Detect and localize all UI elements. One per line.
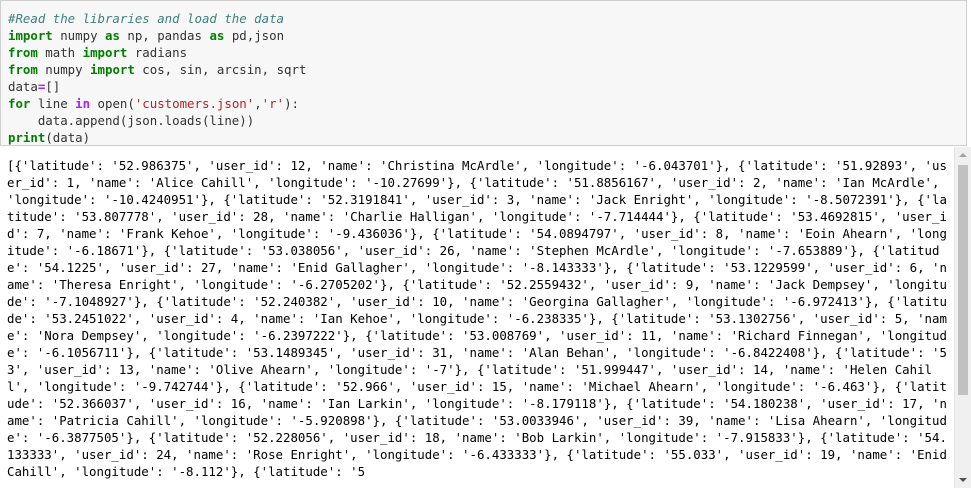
code-token: import bbox=[90, 62, 135, 77]
code-token: radians bbox=[127, 45, 188, 60]
code-token: np, pandas bbox=[119, 28, 210, 43]
code-token: print bbox=[8, 130, 46, 145]
code-line: data.append(json.loads(line)) bbox=[8, 112, 306, 129]
scroll-up-arrow-icon[interactable] bbox=[955, 147, 971, 163]
output-area: [{'latitude': '52.986375', 'user_id': 12… bbox=[0, 147, 971, 488]
code-token: cos, sin, arcsin, sqrt bbox=[134, 62, 307, 77]
output-scrollbar[interactable] bbox=[954, 147, 971, 488]
code-token: , bbox=[254, 96, 262, 111]
code-token: import bbox=[82, 45, 128, 60]
code-token: 'r' bbox=[261, 96, 285, 111]
code-line: import numpy as np, pandas as pd,json bbox=[8, 27, 306, 44]
code-token: (data) bbox=[45, 130, 91, 145]
code-token: as bbox=[104, 28, 120, 43]
code-line: for line in open('customers.json','r'): bbox=[8, 95, 306, 112]
code-token: [] bbox=[45, 79, 61, 94]
code-cell[interactable]: #Read the libraries and load the data imp… bbox=[0, 0, 967, 146]
code-token: open( bbox=[90, 96, 135, 111]
code-line: data=[] bbox=[8, 78, 306, 95]
code-token: math bbox=[37, 45, 83, 60]
code-token: from bbox=[8, 45, 38, 60]
code-editor[interactable]: #Read the libraries and load the data imp… bbox=[8, 10, 306, 146]
code-line: print(data) bbox=[8, 129, 306, 146]
code-token: import bbox=[8, 28, 53, 43]
code-token: for bbox=[8, 96, 31, 111]
code-line: from numpy import cos, sin, arcsin, sqrt bbox=[8, 61, 306, 78]
code-token: 'customers.json' bbox=[134, 96, 255, 111]
code-token: ): bbox=[284, 96, 299, 111]
code-token: pd,json bbox=[224, 28, 285, 43]
scrollbar-thumb[interactable] bbox=[958, 165, 968, 395]
code-token: #Read the libraries and load the data bbox=[8, 11, 285, 26]
output-text: [{'latitude': '52.986375', 'user_id': 12… bbox=[7, 158, 947, 479]
code-token: from bbox=[8, 62, 38, 77]
code-token: line bbox=[30, 96, 76, 111]
code-token: numpy bbox=[37, 62, 91, 77]
code-line: #Read the libraries and load the data bbox=[8, 10, 306, 27]
scroll-down-arrow-icon[interactable] bbox=[955, 472, 971, 488]
code-token: numpy bbox=[52, 28, 105, 43]
code-line: from math import radians bbox=[8, 44, 306, 61]
code-token: as bbox=[209, 28, 225, 43]
code-token: in bbox=[75, 96, 91, 111]
code-token: data.append(json.loads(line)) bbox=[8, 113, 255, 128]
code-token: data bbox=[8, 79, 38, 94]
